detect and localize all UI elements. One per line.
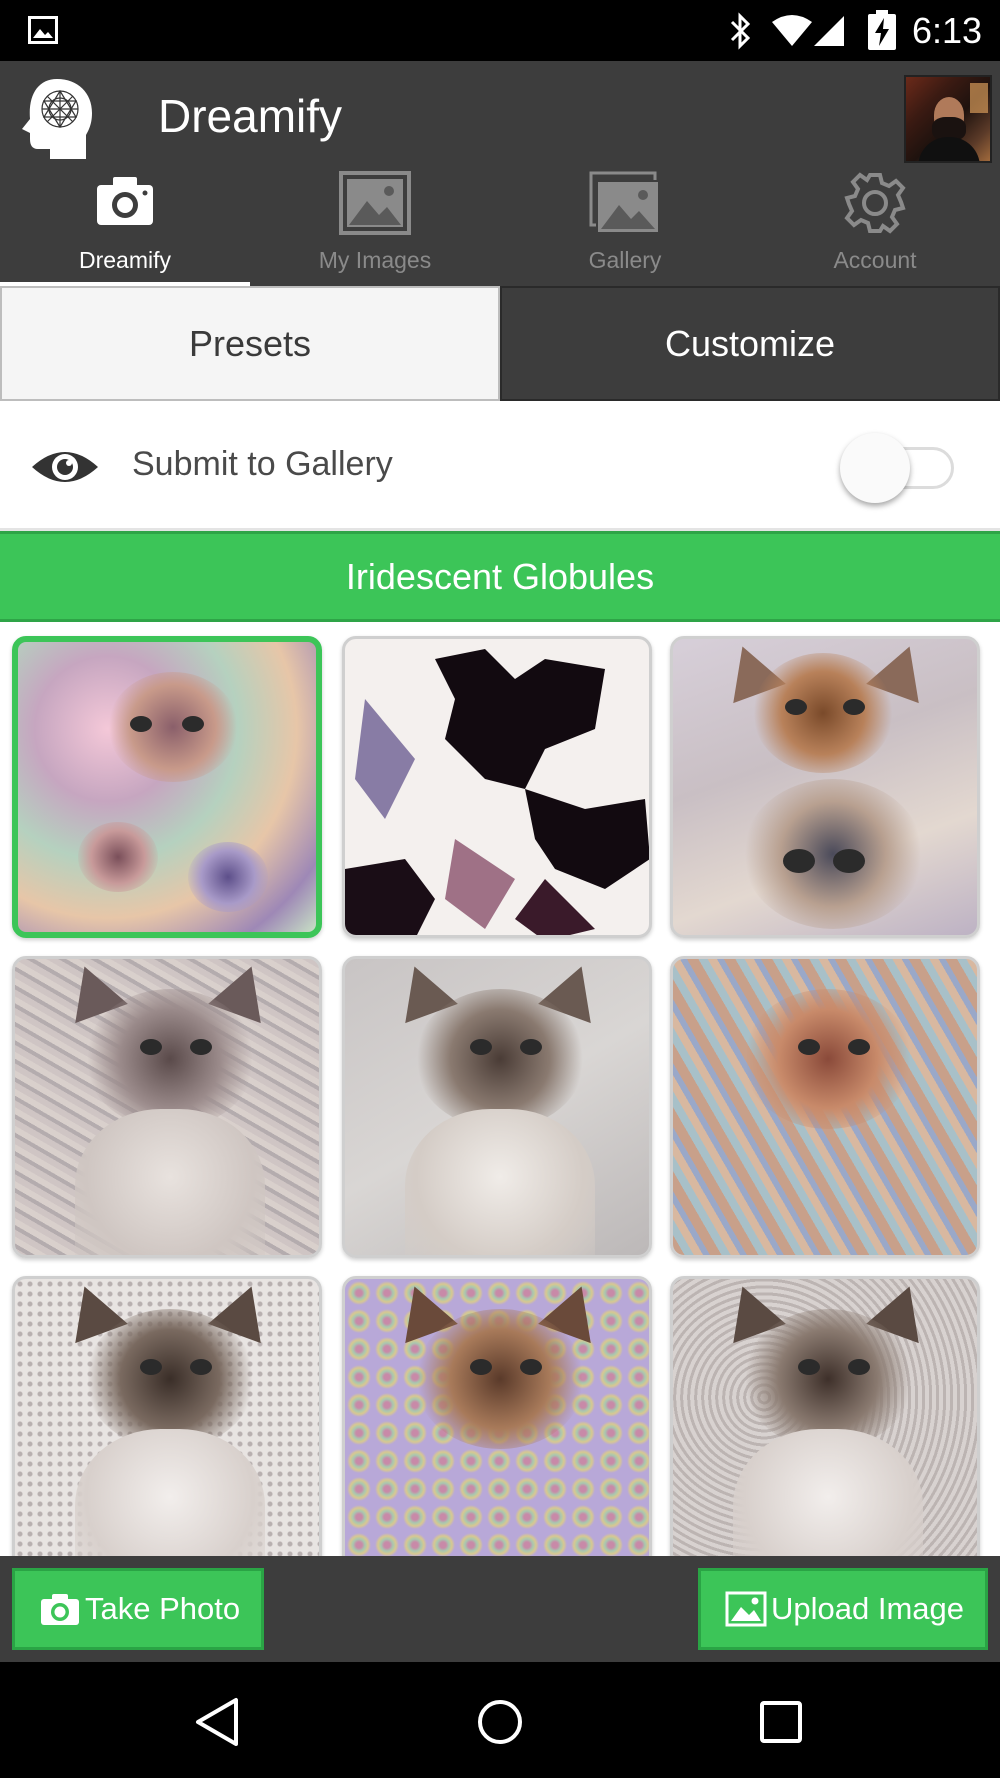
battery-charging-icon [868,10,896,50]
cell-signal-icon [814,16,844,46]
app-title: Dreamify [158,90,343,142]
avatar[interactable] [904,75,992,163]
preset-thumbnail[interactable] [342,1276,652,1556]
tab-label-gallery: Gallery [588,247,662,273]
preset-thumbnail[interactable] [12,636,322,938]
tab-gallery[interactable]: Gallery [500,161,750,286]
submit-to-gallery-row: Submit to Gallery [0,401,1000,531]
gallery-stack-icon [589,171,660,234]
tab-label-my-images: My Images [318,247,432,273]
ink-splatter-art [345,649,649,935]
preset-thumbnail-grid [0,622,1000,1556]
gear-icon [844,172,906,234]
preset-name-banner: Iridescent Globules [0,531,1000,622]
take-photo-button[interactable]: Take Photo [12,1568,264,1650]
camera-icon [41,1594,79,1625]
bluetooth-icon [730,12,751,50]
camera-icon [97,177,153,225]
preset-thumbnail[interactable] [12,1276,322,1556]
tab-label-account: Account [833,247,917,273]
preset-thumbnail[interactable] [670,956,980,1258]
customize-segment[interactable]: Customize [500,286,1000,401]
tab-account[interactable]: Account [750,161,1000,286]
image-icon [339,171,411,235]
tab-bar: Dreamify My Images Gallery Account [0,161,1000,286]
tab-my-images[interactable]: My Images [250,161,500,286]
gallery-notification-icon [28,16,58,44]
take-photo-label: Take Photo [85,1591,241,1626]
tab-dreamify[interactable]: Dreamify [0,161,250,286]
image-icon [725,1591,767,1627]
upload-image-button[interactable]: Upload Image [698,1568,988,1650]
toggle-thumb [840,433,910,503]
mode-segmented-control: Presets Customize [0,286,1000,401]
dreamify-logo-icon [22,79,92,159]
clock: 6:13 [912,10,983,51]
preset-thumbnail[interactable] [670,636,980,938]
system-navigation-bar [0,1662,1000,1778]
bottom-action-bar: Take Photo Upload Image [0,1556,1000,1662]
submit-to-gallery-label: Submit to Gallery [132,445,393,483]
preset-thumbnail[interactable] [342,956,652,1258]
presets-segment[interactable]: Presets [0,286,500,401]
preset-thumbnail[interactable] [342,636,652,938]
preset-thumbnail[interactable] [670,1276,980,1556]
recents-icon[interactable] [753,1694,809,1750]
upload-image-label: Upload Image [771,1591,965,1626]
home-icon[interactable] [472,1694,528,1750]
preset-name: Iridescent Globules [345,555,655,597]
submit-to-gallery-toggle[interactable] [840,431,962,505]
tab-label-dreamify: Dreamify [78,247,171,273]
back-icon[interactable] [190,1694,246,1750]
status-bar: 6:13 [0,0,1000,61]
preset-thumbnail[interactable] [12,956,322,1258]
eye-icon [32,452,98,482]
app-bar: Dreamify Dreamify My Images Gallery Acco… [0,61,1000,286]
wifi-icon [772,15,812,46]
